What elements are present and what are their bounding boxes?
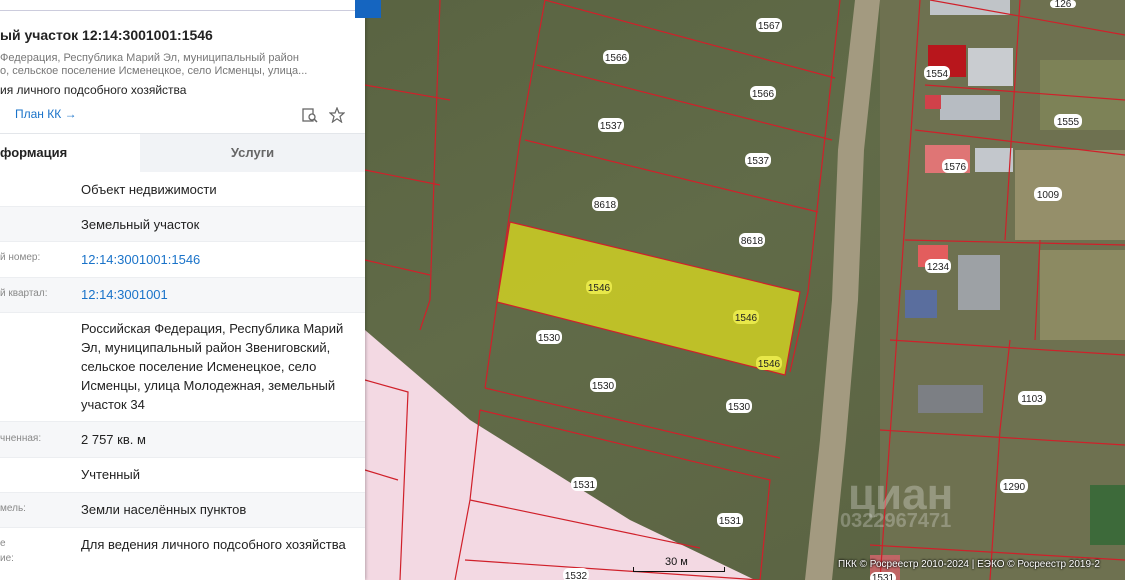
svg-text:1555: 1555 [1057,117,1080,128]
row-value-status: Учтенный [81,467,141,482]
label-1531: 1531 [717,513,743,527]
row-label: е [0,538,6,549]
svg-text:1537: 1537 [600,121,623,132]
tab-information[interactable]: формация [0,134,140,172]
panel-accent [355,0,381,18]
cadastral-quarter-link[interactable]: 12:14:3001001 [81,285,351,304]
building [968,48,1013,86]
row-value-permitted-use: Для ведения личного подсобного хозяйства [81,537,346,552]
label-1530: 1530 [536,330,562,344]
svg-text:1103: 1103 [1021,394,1043,405]
label-1546: 1546 [586,280,612,294]
label-1009: 1009 [1034,187,1062,201]
svg-text:1554: 1554 [926,69,949,80]
row-label: ие: [0,553,14,564]
tree-patch [1090,485,1125,545]
parcel-purpose: ия личного подсобного хозяйства [0,83,187,97]
label-1537: 1537 [598,118,624,132]
label-8618: 8618 [592,197,618,211]
info-row: Российская Федерация, Республика Марий Э… [0,313,365,422]
svg-text:1576: 1576 [944,162,967,173]
garden-plot [1040,250,1125,340]
label-1555: 1555 [1054,114,1082,128]
address-line-1: Федерация, Республика Марий Эл, муниципа… [0,52,299,64]
garden-plot [1015,150,1125,240]
svg-text:1531: 1531 [573,480,596,491]
panel-top-strip [0,0,355,11]
label-1576: 1576 [942,159,968,173]
label-1546: 1546 [733,310,759,324]
label-8618: 8618 [739,233,765,247]
label-1290: 1290 [1000,479,1028,493]
info-row: е ие: Для ведения личного подсобного хоз… [0,528,365,580]
svg-text:1546: 1546 [758,359,781,370]
label-1530: 1530 [590,378,616,392]
row-label: й номер: [0,252,41,263]
svg-text:8618: 8618 [741,236,764,247]
cadastral-number-link[interactable]: 12:14:3001001:1546 [81,250,351,269]
star-icon[interactable] [327,105,347,125]
label-1234: 1234 [925,259,951,273]
row-value: Земельный участок [81,217,200,232]
row-value-area: 2 757 кв. м [81,432,146,447]
info-row: Учтенный [0,458,365,493]
svg-text:1566: 1566 [605,53,628,64]
svg-text:1546: 1546 [588,283,611,294]
panel-tabs: формация Услуги [0,133,365,172]
svg-text:126: 126 [1055,0,1072,10]
info-row: чненная: 2 757 кв. м [0,422,365,458]
label-1530: 1530 [726,399,752,413]
scale-bar [633,567,725,572]
address-line-2: о, сельское поселение Исменецкое, село И… [0,65,308,77]
tab-services[interactable]: Услуги [140,134,365,172]
row-value: Объект недвижимости [81,182,217,197]
svg-text:1009: 1009 [1037,190,1060,201]
building [975,148,1013,172]
building [918,385,983,413]
svg-text:1234: 1234 [927,262,950,273]
svg-text:1530: 1530 [592,381,615,392]
row-value-address: Российская Федерация, Республика Марий Э… [81,321,344,412]
svg-text:1566: 1566 [752,89,775,100]
label-1566: 1566 [603,50,629,64]
svg-text:1532: 1532 [565,571,588,580]
label-1567: 1567 [756,18,782,32]
svg-text:1537: 1537 [747,156,770,167]
label-1103: 1103 [1018,391,1046,405]
row-label: мель: [0,503,26,514]
svg-text:1567: 1567 [758,21,781,32]
search-on-map-icon[interactable] [300,105,320,125]
label-1531: 1531 [870,572,896,580]
info-row: Объект недвижимости [0,171,365,207]
label-1537: 1537 [745,153,771,167]
svg-text:8618: 8618 [594,200,617,211]
svg-text:1530: 1530 [728,402,751,413]
label-1566: 1566 [750,86,776,100]
building-red [925,95,941,109]
info-panel: ый участок 12:14:3001001:1546 Федерация,… [0,0,365,580]
svg-text:1530: 1530 [538,333,561,344]
map-attribution: ПКК © Росреестр 2010-2024 | ЕЭКО © Росре… [838,559,1100,570]
label-1531: 1531 [571,477,597,491]
row-label: чненная: [0,433,42,444]
watermark-id: 0322967471 [840,510,952,532]
svg-text:1531: 1531 [719,516,742,527]
building [940,95,1000,120]
plan-kk-link[interactable]: План КК → [15,107,77,121]
svg-text:1546: 1546 [735,313,758,324]
info-row: й номер: 12:14:3001001:1546 [0,242,365,278]
row-value-category: Земли населённых пунктов [81,502,247,517]
svg-text:1531: 1531 [872,573,895,580]
label-1532: 1532 [563,568,589,580]
row-label: й квартал: [0,288,48,299]
info-row: мель: Земли населённых пунктов [0,493,365,528]
info-row: Земельный участок [0,207,365,242]
label-1546: 1546 [756,356,782,370]
building [958,255,1000,310]
parcel-title: ый участок 12:14:3001001:1546 [0,27,213,43]
building-blue [905,290,937,318]
svg-text:1290: 1290 [1003,482,1026,493]
label-1554: 1554 [924,66,950,80]
info-row: й квартал: 12:14:3001001 [0,278,365,313]
